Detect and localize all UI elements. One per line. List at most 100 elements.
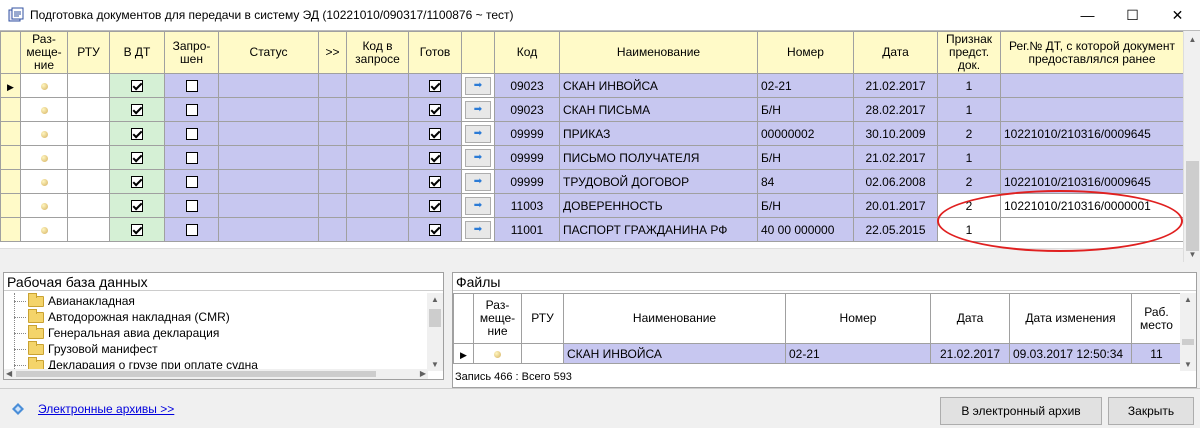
ready-cell[interactable] bbox=[408, 121, 462, 146]
files-vertical-scrollbar[interactable]: ▲ ▼ bbox=[1180, 293, 1196, 371]
files-col-rtu[interactable]: РТУ bbox=[521, 293, 564, 344]
col-code-in-request[interactable]: Код в запросе bbox=[346, 31, 409, 74]
list-item[interactable]: Автодорожная накладная (CMR) bbox=[4, 308, 428, 325]
col-placement[interactable]: Раз- меще- ние bbox=[20, 31, 68, 74]
files-col-workplace[interactable]: Раб. место bbox=[1131, 293, 1182, 344]
list-item[interactable]: Генеральная авиа декларация bbox=[4, 324, 428, 341]
arrow-right-icon[interactable]: ➡ bbox=[465, 100, 491, 119]
rtu-cell[interactable] bbox=[521, 343, 564, 364]
rtu-cell[interactable] bbox=[67, 145, 110, 170]
arrow-right-icon[interactable]: ➡ bbox=[465, 76, 491, 95]
requested-checkbox[interactable] bbox=[185, 104, 198, 117]
row-indicator[interactable] bbox=[0, 169, 21, 194]
table-row[interactable]: ➡ 11001 ПАСПОРТ ГРАЖДАНИНА РФ 40 00 000000 2… bbox=[0, 217, 1184, 242]
rtu-cell[interactable] bbox=[67, 121, 110, 146]
row-indicator[interactable] bbox=[0, 97, 21, 122]
col-in-dt[interactable]: В ДТ bbox=[109, 31, 165, 74]
col-more[interactable]: >> bbox=[318, 31, 347, 74]
requested-checkbox[interactable] bbox=[185, 200, 198, 213]
requested-checkbox[interactable] bbox=[185, 128, 198, 141]
scroll-thumb[interactable] bbox=[16, 371, 376, 377]
row-indicator[interactable] bbox=[0, 193, 21, 218]
to-archive-button[interactable]: В электронный архив bbox=[940, 397, 1102, 425]
table-row[interactable]: ➡ 11003 ДОВЕРЕННОСТЬ Б/Н 20.01.2017 2 10221010… bbox=[0, 193, 1184, 218]
in-dt-checkbox[interactable] bbox=[131, 104, 143, 117]
col-status[interactable]: Статус bbox=[218, 31, 319, 74]
ready-checkbox[interactable] bbox=[429, 80, 441, 93]
col-prev-reg[interactable]: Рег.№ ДТ, с которой документ предоставля… bbox=[1000, 31, 1184, 74]
ready-cell[interactable] bbox=[408, 145, 462, 170]
rtu-cell[interactable] bbox=[67, 73, 110, 98]
col-code[interactable]: Код bbox=[494, 31, 560, 74]
rtu-cell[interactable] bbox=[67, 169, 110, 194]
table-row[interactable]: ▶ СКАН ИНВОЙСА 02-21 21.02.2017 09.03.2017 1… bbox=[453, 343, 1182, 364]
scroll-left-icon[interactable]: ◀ bbox=[6, 369, 12, 378]
in-dt-checkbox[interactable] bbox=[131, 128, 143, 141]
files-col-number[interactable]: Номер bbox=[785, 293, 931, 344]
ready-checkbox[interactable] bbox=[429, 224, 441, 237]
close-button[interactable]: Закрыть bbox=[1108, 397, 1194, 425]
requested-cell[interactable] bbox=[164, 217, 219, 242]
in-dt-cell[interactable] bbox=[109, 121, 165, 146]
in-dt-cell[interactable] bbox=[109, 169, 165, 194]
ready-checkbox[interactable] bbox=[429, 104, 441, 117]
table-row[interactable]: ➡ 09999 ПИСЬМО ПОЛУЧАТЕЛЯ Б/Н 21.02.2017 1 bbox=[0, 145, 1184, 170]
table-row[interactable]: ➡ 09999 ТРУДОВОЙ ДОГОВОР 84 02.06.2008 2 10221… bbox=[0, 169, 1184, 194]
maximize-button[interactable]: ☐ bbox=[1110, 0, 1155, 30]
list-item[interactable]: Грузовой манифест bbox=[4, 340, 428, 357]
requested-checkbox[interactable] bbox=[185, 152, 198, 165]
ready-cell[interactable] bbox=[408, 193, 462, 218]
in-dt-cell[interactable] bbox=[109, 193, 165, 218]
in-dt-cell[interactable] bbox=[109, 145, 165, 170]
table-row[interactable]: ➡ 09023 СКАН ПИСЬМА Б/Н 28.02.2017 1 bbox=[0, 97, 1184, 122]
col-sign[interactable]: Признак предст. док. bbox=[937, 31, 1001, 74]
ready-checkbox[interactable] bbox=[429, 200, 441, 213]
scroll-up-icon[interactable]: ▲ bbox=[1184, 31, 1200, 48]
in-dt-checkbox[interactable] bbox=[131, 152, 143, 165]
ready-cell[interactable] bbox=[408, 73, 462, 98]
electronic-archives-link[interactable]: Электронные архивы >> bbox=[38, 402, 174, 416]
requested-checkbox[interactable] bbox=[185, 176, 198, 189]
in-dt-checkbox[interactable] bbox=[131, 80, 143, 93]
arrow-right-icon[interactable]: ➡ bbox=[465, 220, 491, 239]
scroll-down-icon[interactable]: ▼ bbox=[1184, 246, 1200, 262]
row-indicator[interactable] bbox=[0, 217, 21, 242]
files-col-placement[interactable]: Раз- меще- ние bbox=[473, 293, 522, 344]
ready-checkbox[interactable] bbox=[429, 152, 441, 165]
in-dt-checkbox[interactable] bbox=[131, 224, 143, 237]
ready-cell[interactable] bbox=[408, 97, 462, 122]
in-dt-checkbox[interactable] bbox=[131, 176, 143, 189]
col-rtu[interactable]: РТУ bbox=[67, 31, 110, 74]
files-col-name[interactable]: Наименование bbox=[563, 293, 786, 344]
database-tree[interactable]: Авианакладная Автодорожная накладная (CMR… bbox=[4, 293, 428, 371]
requested-checkbox[interactable] bbox=[185, 224, 198, 237]
col-ready[interactable]: Готов bbox=[408, 31, 462, 74]
ready-cell[interactable] bbox=[408, 169, 462, 194]
col-number[interactable]: Номер bbox=[757, 31, 854, 74]
scroll-thumb[interactable] bbox=[1182, 339, 1194, 345]
grid-vertical-scrollbar[interactable]: ▲ ▼ bbox=[1183, 31, 1200, 262]
ready-checkbox[interactable] bbox=[429, 128, 441, 141]
in-dt-cell[interactable] bbox=[109, 217, 165, 242]
scroll-down-icon[interactable]: ▼ bbox=[1184, 360, 1192, 369]
requested-cell[interactable] bbox=[164, 73, 219, 98]
list-item[interactable]: Авианакладная bbox=[4, 293, 428, 309]
row-indicator[interactable] bbox=[0, 145, 21, 170]
arrow-right-icon[interactable]: ➡ bbox=[465, 148, 491, 167]
scroll-up-icon[interactable]: ▲ bbox=[431, 295, 439, 304]
arrow-right-icon[interactable]: ➡ bbox=[465, 172, 491, 191]
ready-checkbox[interactable] bbox=[429, 176, 441, 189]
row-indicator[interactable]: ▶ bbox=[0, 73, 21, 98]
col-name[interactable]: Наименование bbox=[559, 31, 758, 74]
scroll-up-icon[interactable]: ▲ bbox=[1184, 295, 1192, 304]
rtu-cell[interactable] bbox=[67, 193, 110, 218]
scroll-thumb[interactable] bbox=[1186, 161, 1199, 251]
in-dt-checkbox[interactable] bbox=[131, 200, 143, 213]
scroll-thumb[interactable] bbox=[429, 309, 441, 327]
row-indicator[interactable] bbox=[0, 121, 21, 146]
ready-cell[interactable] bbox=[408, 217, 462, 242]
in-dt-cell[interactable] bbox=[109, 73, 165, 98]
requested-cell[interactable] bbox=[164, 193, 219, 218]
col-date[interactable]: Дата bbox=[853, 31, 938, 74]
table-row[interactable]: ➡ 09999 ПРИКАЗ 00000002 30.10.2009 2 10221010/… bbox=[0, 121, 1184, 146]
